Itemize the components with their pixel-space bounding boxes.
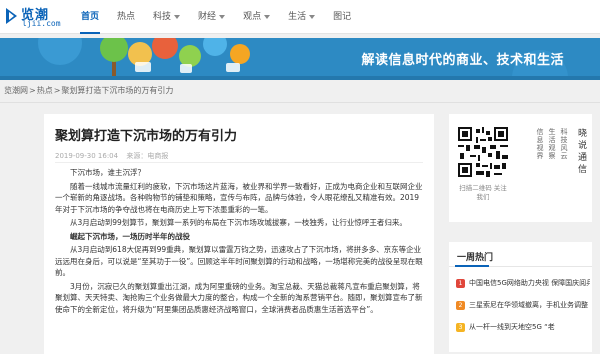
nav-item-5[interactable]: 生活 xyxy=(279,0,324,34)
article-body: 下沉市场，谁主沉浮？ 随着一线城市流量红利的疲软，下沉市场这片蓝海，被业界和学界一… xyxy=(55,167,423,317)
hot-rank-badge: 3 xyxy=(456,322,465,332)
hot-item-title: 从一杆一线到天地空5G “老 xyxy=(469,323,555,331)
vertical-title-1: 晓说通信 xyxy=(576,128,586,176)
weekly-hot-accent xyxy=(455,265,489,267)
nav-item-4[interactable]: 观点 xyxy=(234,0,279,34)
vertical-title-4: 信息视界 xyxy=(536,128,544,160)
hot-item-title: 中国电信5G网络助力央视 保障国庆阅兵 xyxy=(469,279,590,287)
nav-item-label: 观点 xyxy=(243,12,262,22)
article-meta: 2019-09-30 16:04 来源：电商报 xyxy=(55,151,174,161)
nav-item-1[interactable]: 热点 xyxy=(108,0,144,34)
chevron-down-icon xyxy=(219,14,226,19)
logo-domain: ljii.com xyxy=(22,19,61,28)
hot-rank-badge: 1 xyxy=(456,278,465,288)
vertical-title-2: 科技风云 xyxy=(560,128,568,160)
nav-item-6[interactable]: 图记 xyxy=(324,0,360,34)
breadcrumb-separator: > xyxy=(53,86,61,95)
top-navigation-bar: 览潮 ljii.com 首页 热点 科技 财经 观点 生活 图记 xyxy=(0,0,600,34)
article-paragraph: 从3月启动到618大促再到99重典，聚划算以雷霆万钧之势，迅速攻占了下沉市场，将… xyxy=(55,245,423,277)
article-paragraph: 3月份，沉寂已久的聚划算重出江湖，成为阿里重磅的业务。淘宝总裁、天猫总裁蒋凡宣布… xyxy=(55,281,423,314)
article-card: 聚划算打造下沉市场的万有引力 2019-09-30 16:04 来源：电商报 下… xyxy=(44,114,434,354)
main-nav: 首页 热点 科技 财经 观点 生活 图记 xyxy=(72,0,360,34)
qr-caption: 扫描二维码 关注我们 xyxy=(459,184,507,201)
nav-item-label: 首页 xyxy=(81,12,100,22)
weekly-hot-panel: 一周热门 1 中国电信5G网络助力央视 保障国庆阅兵 2 三星索尼在华领域撤离，手机业… xyxy=(449,242,592,352)
chevron-down-icon xyxy=(174,14,181,19)
article-paragraph: 从3月启动到99划算节，聚划算一系列的布局在下沉市场攻城拔寨，一枝独秀，让行业惊… xyxy=(70,218,407,227)
follow-us-panel: 扫描二维码 关注我们 晓说通信 科技风云 生活观察 信息视界 xyxy=(449,114,592,222)
breadcrumb-section[interactable]: 热点 xyxy=(37,86,53,95)
weekly-hot-list: 1 中国电信5G网络助力央视 保障国庆阅兵 2 三星索尼在华领域撤离，手机业务调整 3 从… xyxy=(456,272,590,338)
banner-slogan: 解读信息时代的商业、技术和生活 xyxy=(361,53,564,68)
article-date: 2019-09-30 16:04 xyxy=(55,152,119,160)
header-banner: 解读信息时代的商业、技术和生活 xyxy=(0,38,600,80)
logo-mark-icon xyxy=(6,8,17,24)
nav-item-label: 热点 xyxy=(117,12,136,22)
chevron-down-icon xyxy=(264,14,271,19)
article-title: 聚划算打造下沉市场的万有引力 xyxy=(55,129,238,144)
hot-list-item[interactable]: 2 三星索尼在华领域撤离，手机业务调整 xyxy=(456,294,590,316)
nav-item-label: 财经 xyxy=(198,12,217,22)
vertical-title-3: 生活观察 xyxy=(548,128,556,160)
hot-item-title: 三星索尼在华领域撤离，手机业务调整 xyxy=(469,301,588,309)
hot-list-item[interactable]: 1 中国电信5G网络助力央视 保障国庆阅兵 xyxy=(456,272,590,294)
nav-item-3[interactable]: 财经 xyxy=(189,0,234,34)
article-divider xyxy=(55,162,423,163)
nav-item-2[interactable]: 科技 xyxy=(144,0,189,34)
breadcrumb-current: 聚划算打造下沉市场的万有引力 xyxy=(61,86,174,95)
breadcrumb-separator: > xyxy=(29,86,36,95)
article-paragraph: 下沉市场，谁主沉浮？ xyxy=(70,168,145,177)
nav-item-0[interactable]: 首页 xyxy=(72,0,108,34)
article-paragraph: 随着一线城市流量红利的疲软，下沉市场这片蓝海，被业界和学界一致看好，正成为电商企… xyxy=(55,181,423,214)
chevron-down-icon xyxy=(309,14,316,19)
breadcrumb-home[interactable]: 览潮网 xyxy=(4,86,28,95)
hot-list-item[interactable]: 3 从一杆一线到天地空5G “老 xyxy=(456,316,590,338)
weekly-hot-heading: 一周热门 xyxy=(457,253,494,263)
site-logo[interactable]: 览潮 ljii.com xyxy=(4,4,61,30)
hot-rank-badge: 2 xyxy=(456,300,465,310)
nav-item-label: 图记 xyxy=(333,12,352,22)
nav-item-label: 生活 xyxy=(288,12,307,22)
breadcrumb: 览潮网>热点>聚划算打造下沉市场的万有引力 xyxy=(4,85,173,99)
article-subheading: 崛起下沉市场，一场历时半年的战役 xyxy=(70,231,190,241)
breadcrumb-divider xyxy=(0,102,600,103)
nav-item-label: 科技 xyxy=(153,12,172,22)
article-source: 来源：电商报 xyxy=(126,152,169,160)
qr-code-icon[interactable] xyxy=(458,127,508,177)
